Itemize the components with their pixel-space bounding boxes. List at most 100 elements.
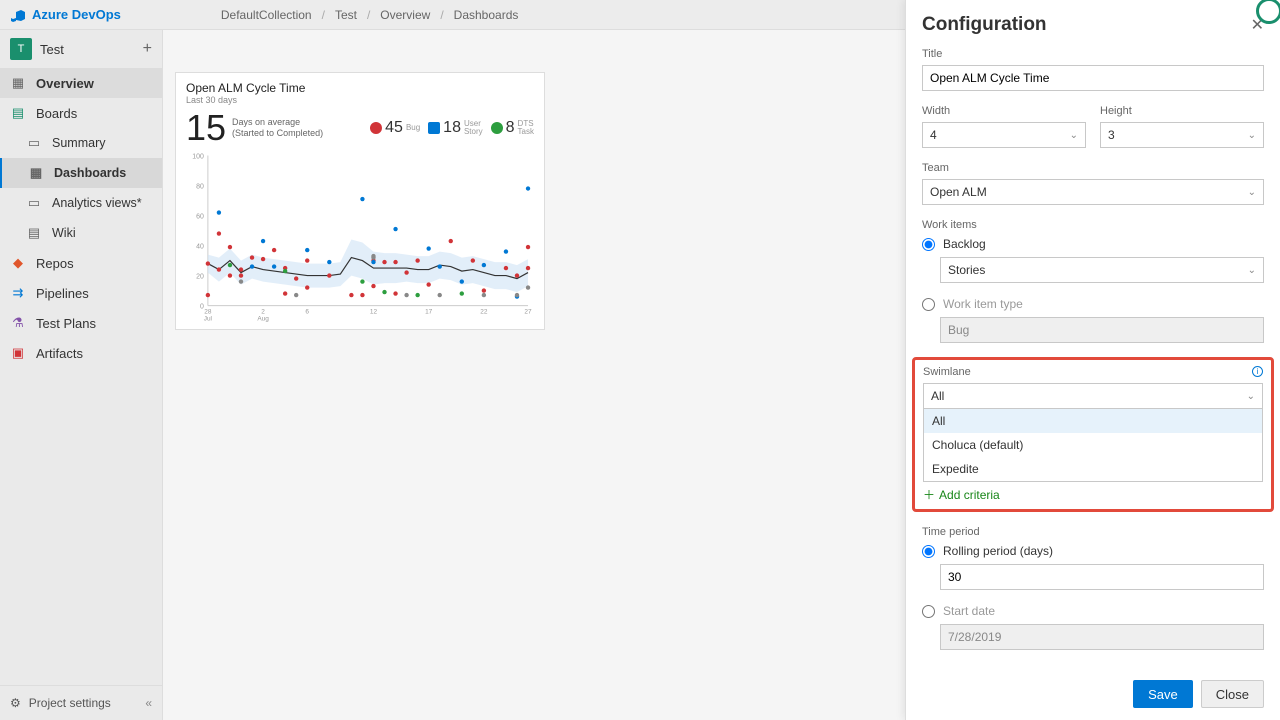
cycle-time-widget[interactable]: Open ALM Cycle Time Last 30 days 15 Days… <box>175 72 545 330</box>
widget-subtitle: Last 30 days <box>186 95 534 105</box>
backlog-label: Backlog <box>943 237 986 251</box>
timeperiod-label: Time period <box>922 526 1264 538</box>
chevron-down-icon: ⌄ <box>1248 187 1256 198</box>
team-select[interactable]: Open ALM⌄ <box>922 179 1264 205</box>
chevron-down-icon: ⌄ <box>1248 265 1256 276</box>
breadcrumb-item[interactable]: DefaultCollection <box>221 8 312 22</box>
big-desc: Days on average (Started to Completed) <box>232 117 323 139</box>
sidebar-item-label: Test Plans <box>36 316 96 331</box>
field-team: Team Open ALM⌄ <box>922 162 1264 205</box>
sidebar-item-label: Repos <box>36 256 74 271</box>
svg-text:40: 40 <box>196 244 204 251</box>
wi-type-label: Work item type <box>943 297 1023 311</box>
testplans-icon: ⚗ <box>10 315 26 331</box>
swimlane-select[interactable]: All⌄ <box>923 383 1263 409</box>
backlog-select[interactable]: Stories⌄ <box>940 257 1264 283</box>
sidebar-item-label: Overview <box>36 76 94 91</box>
swimlane-option[interactable]: Choluca (default) <box>924 433 1262 457</box>
widget-title: Open ALM Cycle Time <box>186 81 534 95</box>
sidebar-item-overview[interactable]: ▦Overview <box>0 68 162 98</box>
big-number: 15 <box>186 107 226 149</box>
sidebar-item-wiki[interactable]: ▤Wiki <box>0 218 162 248</box>
project-name: Test <box>40 42 64 57</box>
project-row[interactable]: T Test + <box>0 30 162 68</box>
sidebar-item-label: Analytics views* <box>52 196 142 210</box>
project-settings-label: Project settings <box>29 696 111 710</box>
radio-startdate[interactable]: Start date <box>922 604 1264 618</box>
radio-workitem-type[interactable]: Work item type <box>922 297 1264 311</box>
project-settings[interactable]: ⚙ Project settings « <box>0 685 162 720</box>
nav: ▦Overview ▤ Boards ▭ Summary ▦ Dashboards ▭… <box>0 68 162 368</box>
breadcrumb-item[interactable]: Test <box>335 8 357 22</box>
save-button[interactable]: Save <box>1133 680 1193 708</box>
svg-text:17: 17 <box>425 309 433 316</box>
add-criteria-link[interactable]: ＋Add criteria <box>923 486 1263 503</box>
sidebar-item-boards[interactable]: ▤ Boards <box>0 98 162 128</box>
width-select[interactable]: 4⌄ <box>922 122 1086 148</box>
title-input[interactable] <box>922 65 1264 91</box>
wi-type-select: Bug <box>940 317 1264 343</box>
startdate-label: Start date <box>943 604 995 618</box>
sidebar-item-artifacts[interactable]: ▣Artifacts <box>0 338 162 368</box>
svg-text:60: 60 <box>196 214 204 221</box>
breadcrumb-item[interactable]: Overview <box>380 8 430 22</box>
svg-text:100: 100 <box>192 153 204 160</box>
boards-icon: ▤ <box>10 105 26 121</box>
svg-text:20: 20 <box>196 274 204 281</box>
panel-body: Title Width 4⌄ Height 3⌄ Team Open ALM⌄ … <box>906 44 1280 668</box>
bug-icon <box>370 122 382 134</box>
chevron-down-icon: ⌄ <box>1247 391 1255 402</box>
rolling-input[interactable] <box>940 564 1264 590</box>
sidebar-item-testplans[interactable]: ⚗ Test Plans <box>0 308 162 338</box>
backlog-radio[interactable] <box>922 238 935 251</box>
userstory-icon <box>428 122 440 134</box>
add-icon[interactable]: + <box>143 40 152 58</box>
info-icon[interactable]: i <box>1252 366 1263 377</box>
mini-stats: 45 Bug 18 UserStory 8 DTSTask <box>370 119 534 137</box>
radio-backlog[interactable]: Backlog <box>922 237 1264 251</box>
chevron-left-icon[interactable]: « <box>145 696 152 710</box>
chevron-down-icon: ⌄ <box>1070 130 1078 141</box>
radio-rolling[interactable]: Rolling period (days) <box>922 544 1264 558</box>
swimlane-option[interactable]: Expedite <box>924 457 1262 481</box>
task-icon <box>491 122 503 134</box>
sidebar-item-pipelines[interactable]: ⇉Pipelines <box>0 278 162 308</box>
dashboards-icon: ▦ <box>28 165 44 181</box>
sidebar-item-repos[interactable]: ◆Repos <box>0 248 162 278</box>
svg-text:Jul: Jul <box>204 316 212 323</box>
svg-text:12: 12 <box>370 309 378 316</box>
svg-text:22: 22 <box>480 309 488 316</box>
sidebar-item-analytics[interactable]: ▭Analytics views* <box>0 188 162 218</box>
summary-icon: ▭ <box>26 135 42 151</box>
svg-text:28: 28 <box>204 309 212 316</box>
sidebar-item-label: Dashboards <box>54 166 126 180</box>
sidebar-item-label: Boards <box>36 106 77 121</box>
swimlane-option[interactable]: All <box>924 409 1262 433</box>
wiki-icon: ▤ <box>26 225 42 241</box>
field-backlog: Stories⌄ <box>940 257 1264 283</box>
startdate-radio[interactable] <box>922 605 935 618</box>
sidebar-item-label: Summary <box>52 136 105 150</box>
swimlane-highlight: Swimlanei All⌄ All Choluca (default) Exp… <box>912 357 1274 512</box>
brand-logo[interactable]: Azure DevOps <box>10 7 121 23</box>
rolling-radio[interactable] <box>922 545 935 558</box>
sidebar-item-summary[interactable]: ▭ Summary <box>0 128 162 158</box>
chart: 02040608010028Jul2Aug612172227 <box>186 151 534 326</box>
wi-type-radio[interactable] <box>922 298 935 311</box>
sidebar: T Test + ▦Overview ▤ Boards ▭ Summary ▦ Das… <box>0 30 163 720</box>
artifacts-icon: ▣ <box>10 345 26 361</box>
panel-header: Configuration ✕ <box>906 0 1280 44</box>
height-select[interactable]: 3⌄ <box>1100 122 1264 148</box>
breadcrumb: DefaultCollection/ Test/ Overview/ Dashb… <box>221 8 519 22</box>
field-startdate <box>940 624 1264 650</box>
breadcrumb-item[interactable]: Dashboards <box>454 8 519 22</box>
project-badge: T <box>10 38 32 60</box>
panel-title: Configuration <box>922 14 1251 36</box>
field-swimlane: Swimlanei All⌄ All Choluca (default) Exp… <box>923 366 1263 482</box>
svg-text:2: 2 <box>261 309 265 316</box>
swimlane-label: Swimlanei <box>923 366 1263 378</box>
pipelines-icon: ⇉ <box>10 285 26 301</box>
close-button[interactable]: Close <box>1201 680 1264 708</box>
sidebar-item-dashboards[interactable]: ▦ Dashboards <box>0 158 162 188</box>
avatar[interactable] <box>1256 0 1280 24</box>
